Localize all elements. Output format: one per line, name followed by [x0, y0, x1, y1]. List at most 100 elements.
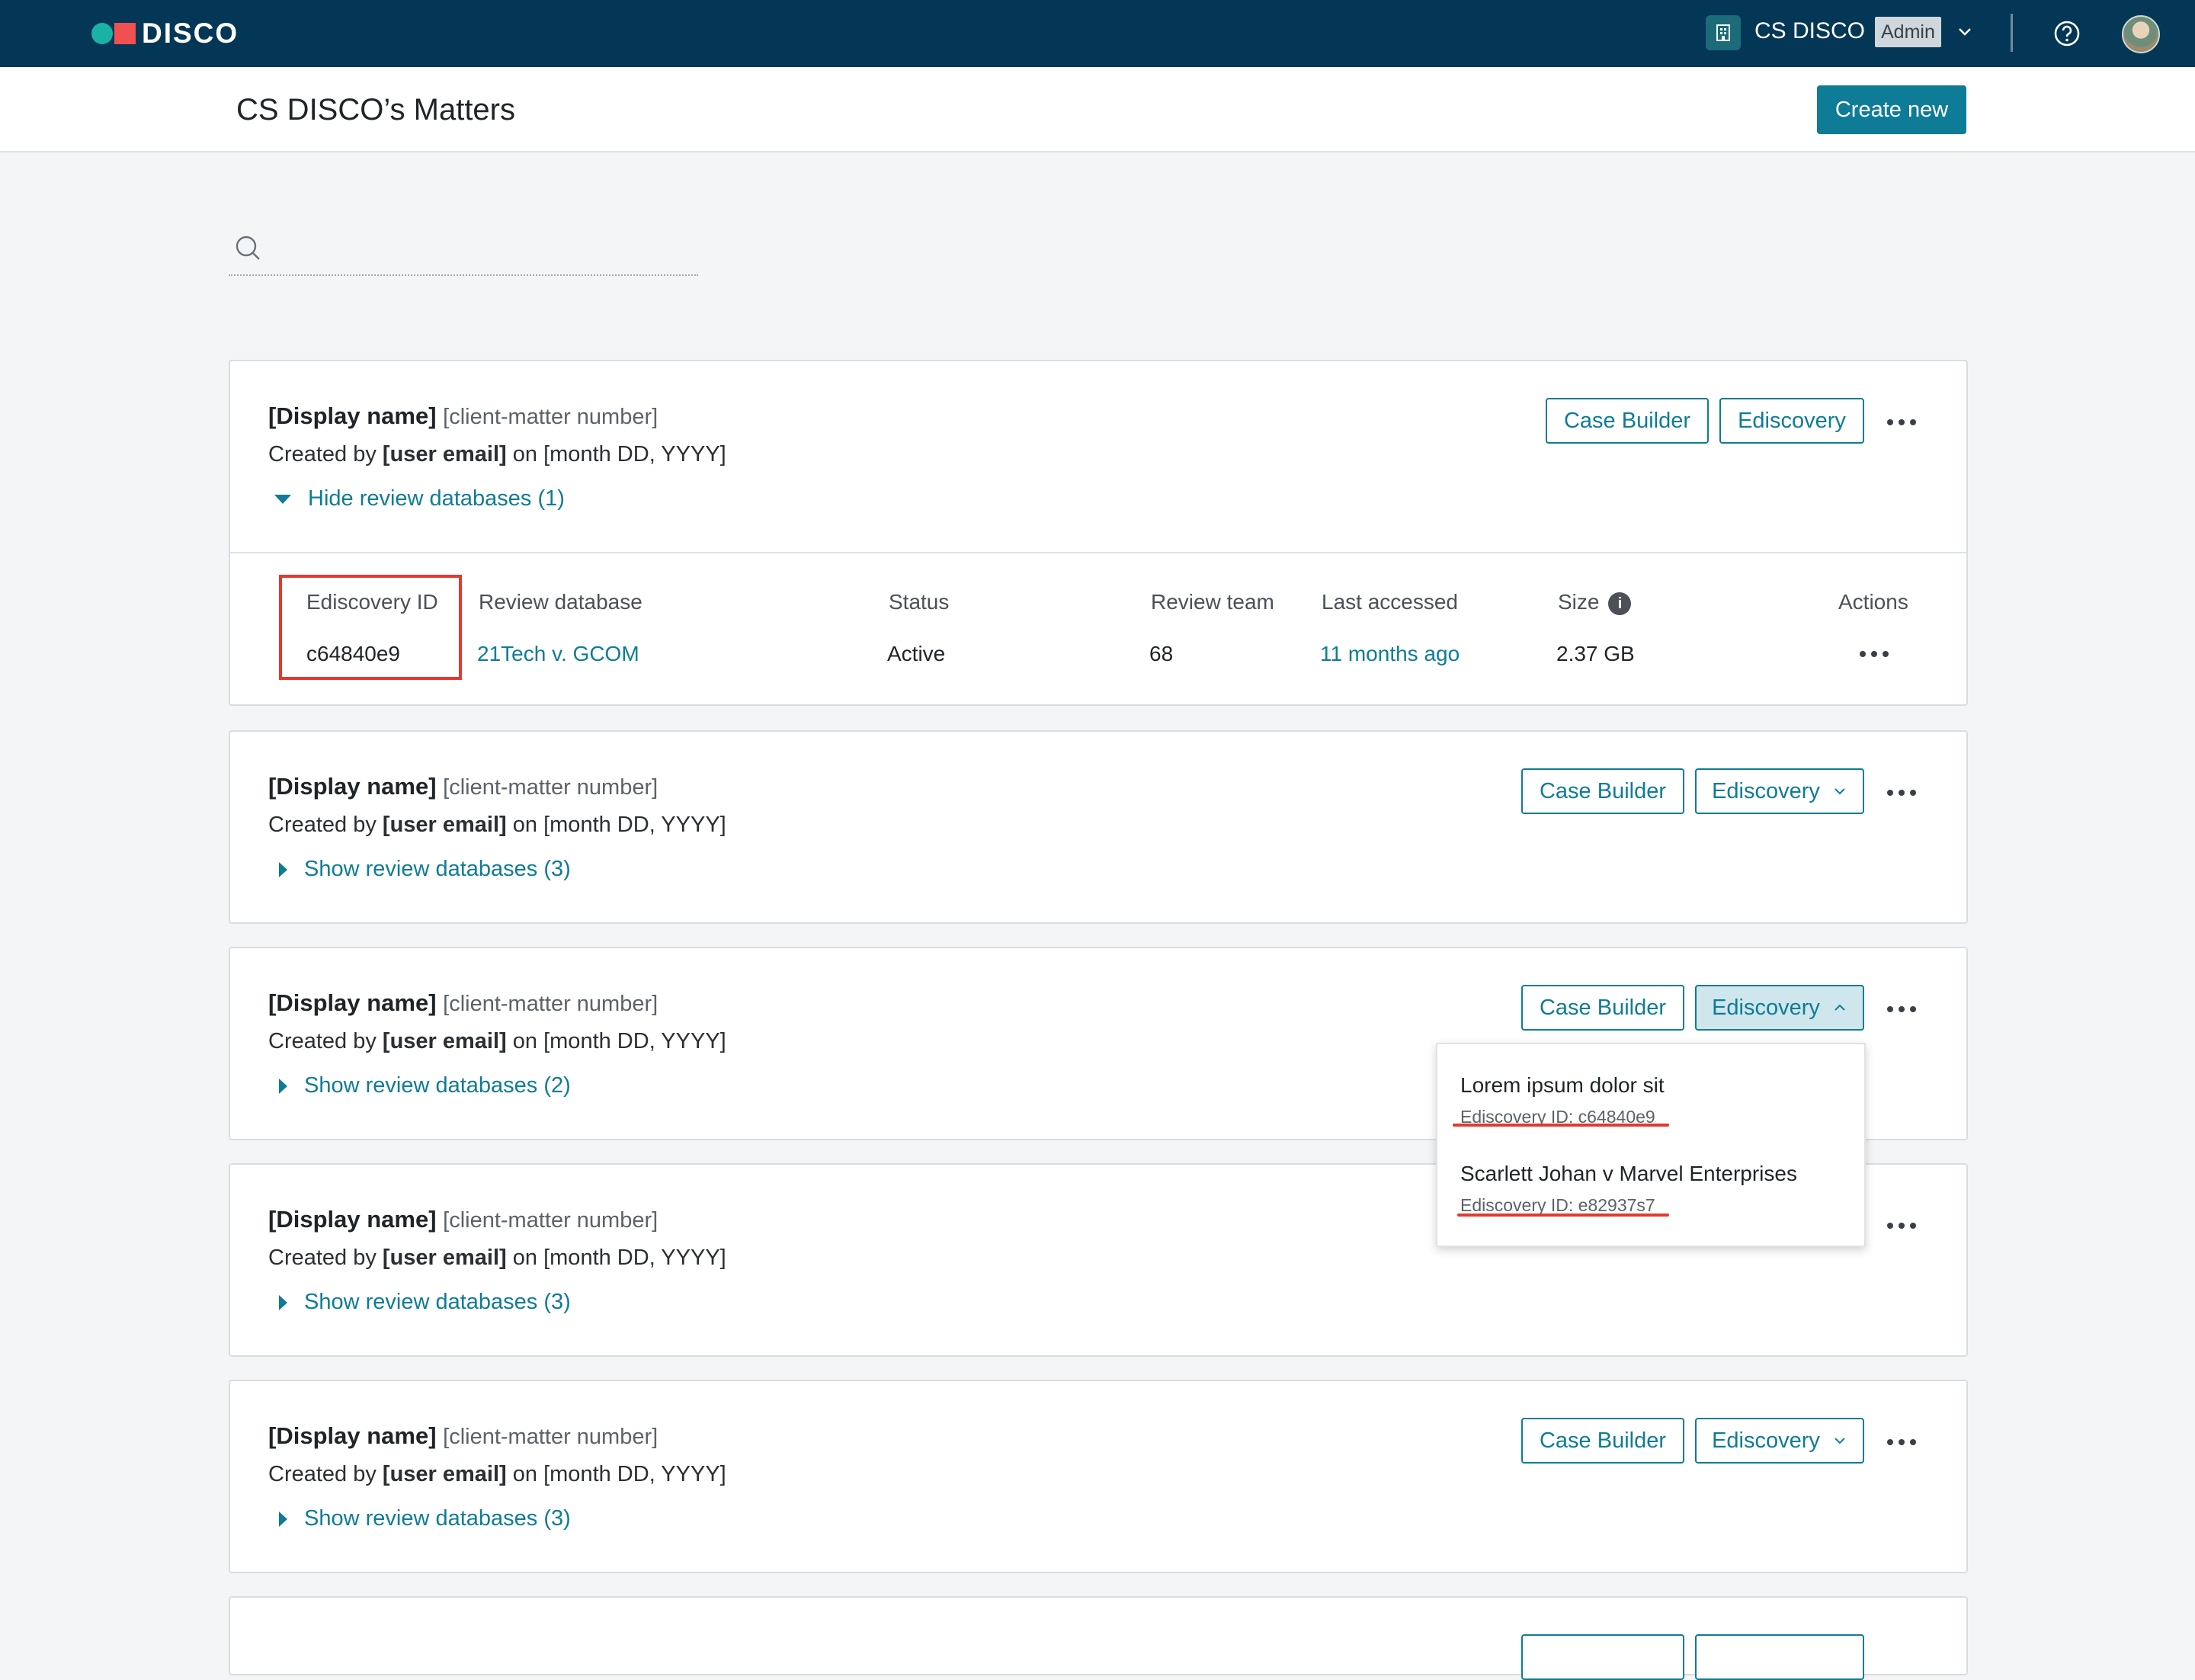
help-icon[interactable]	[2052, 18, 2082, 53]
matter-display-name[interactable]: [Display name]	[268, 1206, 437, 1233]
last-accessed-link[interactable]: 11 months ago	[1320, 642, 1460, 666]
more-options-icon[interactable]	[1887, 419, 1916, 425]
caret-right-icon	[279, 1294, 287, 1310]
matter-created-info: Created by [user email] on [month DD, YY…	[268, 1462, 726, 1487]
info-icon[interactable]: i	[1608, 592, 1632, 615]
matter-created-info: Created by [user email] on [month DD, YY…	[268, 1246, 726, 1271]
matter-display-name[interactable]: [Display name]	[268, 989, 437, 1016]
dropdown-item[interactable]: Scarlett Johan v Marvel Enterprises Edis…	[1460, 1162, 1797, 1216]
chevron-down-icon	[1835, 1438, 1845, 1444]
case-builder-button[interactable]: Case Builder	[1521, 768, 1684, 814]
matter-card: [Display name] [client-matter number] Cr…	[229, 360, 1968, 706]
chevron-down-icon	[1835, 788, 1845, 795]
matter-card-partial	[229, 1596, 1968, 1680]
ediscovery-button[interactable]: Ediscovery	[1719, 398, 1864, 444]
ediscovery-id-highlight	[279, 575, 462, 680]
ediscovery-dropdown-button[interactable]: Ediscovery	[1695, 768, 1864, 814]
creator-email: [user email]	[382, 442, 507, 466]
column-header-review-team: Review team	[1151, 590, 1274, 614]
review-databases-toggle[interactable]: Hide review databases (1)	[274, 486, 565, 511]
more-options-icon[interactable]	[1887, 1223, 1916, 1229]
ediscovery-label: Ediscovery	[1712, 995, 1820, 1020]
matter-display-name[interactable]: [Display name]	[268, 402, 437, 429]
caret-right-icon	[279, 861, 287, 877]
matter-title: [Display name] [client-matter number]	[268, 1422, 658, 1450]
card-divider	[230, 552, 1966, 553]
client-matter-number: [client-matter number]	[443, 992, 658, 1016]
case-builder-button[interactable]	[1521, 1634, 1684, 1680]
case-builder-button[interactable]: Case Builder	[1546, 398, 1709, 444]
disco-logo[interactable]: DISCO	[91, 15, 239, 52]
toggle-label: Show review databases (3)	[304, 857, 571, 881]
page-title: CS DISCO’s Matters	[236, 93, 515, 127]
ediscovery-label: Ediscovery	[1712, 1428, 1820, 1453]
created-prefix: Created by	[268, 442, 377, 466]
created-prefix: Created by	[268, 1462, 377, 1486]
search-bar	[229, 226, 698, 276]
created-prefix: Created by	[268, 1246, 377, 1270]
review-database-link[interactable]: 21Tech v. GCOM	[477, 642, 639, 666]
creator-email: [user email]	[382, 813, 507, 837]
creator-email: [user email]	[382, 1462, 507, 1486]
review-databases-toggle[interactable]: Show review databases (3)	[274, 1290, 571, 1315]
toggle-label: Show review databases (2)	[304, 1073, 571, 1098]
ediscovery-label: Ediscovery	[1712, 778, 1820, 803]
toggle-label: Show review databases (3)	[304, 1290, 571, 1314]
row-actions-icon[interactable]	[1860, 651, 1889, 657]
created-date: on [month DD, YYYY]	[512, 1462, 726, 1486]
toggle-label: Show review databases (3)	[304, 1506, 571, 1531]
client-matter-number: [client-matter number]	[443, 775, 658, 800]
created-date: on [month DD, YYYY]	[512, 813, 726, 837]
ediscovery-dropdown-button[interactable]: Ediscovery	[1695, 1418, 1864, 1464]
chevron-down-icon[interactable]	[1956, 23, 1974, 45]
nav-divider	[2011, 14, 2013, 52]
user-avatar[interactable]	[2122, 15, 2160, 53]
matter-card: [Display name] [client-matter number] Cr…	[229, 1380, 1968, 1573]
column-header-status: Status	[889, 590, 950, 614]
dropdown-item-title: Scarlett Johan v Marvel Enterprises	[1460, 1162, 1797, 1185]
organization-name[interactable]: CS DISCO	[1754, 18, 1865, 44]
case-builder-button[interactable]: Case Builder	[1521, 985, 1684, 1031]
client-matter-number: [client-matter number]	[443, 1208, 658, 1233]
created-date: on [month DD, YYYY]	[512, 1246, 726, 1270]
dropdown-item-title: Lorem ipsum dolor sit	[1460, 1073, 1665, 1097]
review-team-value: 68	[1149, 642, 1174, 665]
client-matter-number: [client-matter number]	[443, 405, 658, 429]
matter-created-info: Created by [user email] on [month DD, YY…	[268, 813, 726, 838]
chevron-up-icon	[1835, 1004, 1845, 1011]
caret-right-icon	[279, 1078, 287, 1094]
search-input[interactable]	[274, 229, 689, 270]
matter-display-name[interactable]: [Display name]	[268, 1422, 437, 1449]
matter-card: [Display name] [client-matter number] Cr…	[229, 730, 1968, 924]
case-builder-button[interactable]: Case Builder	[1521, 1418, 1684, 1464]
logo-dot-icon	[91, 23, 113, 44]
dropdown-item[interactable]: Lorem ipsum dolor sit Ediscovery ID: c64…	[1460, 1073, 1665, 1127]
created-prefix: Created by	[268, 1029, 377, 1053]
top-navigation-bar: DISCO CS DISCO Admin	[0, 0, 2195, 67]
ediscovery-dropdown-button[interactable]	[1695, 1634, 1864, 1680]
creator-email: [user email]	[382, 1029, 507, 1053]
created-prefix: Created by	[268, 813, 377, 837]
status-value: Active	[887, 642, 946, 665]
ediscovery-dropdown-menu: Lorem ipsum dolor sit Ediscovery ID: c64…	[1436, 1043, 1866, 1247]
column-header-review-database: Review database	[479, 590, 642, 614]
created-date: on [month DD, YYYY]	[512, 1029, 726, 1053]
review-databases-toggle[interactable]: Show review databases (3)	[274, 857, 571, 882]
create-new-button[interactable]: Create new	[1817, 85, 1966, 134]
caret-right-icon	[279, 1511, 287, 1527]
ediscovery-dropdown-button[interactable]: Ediscovery	[1695, 985, 1864, 1031]
caret-down-icon	[274, 494, 291, 504]
more-options-icon[interactable]	[1887, 790, 1916, 796]
role-badge: Admin	[1875, 17, 1941, 47]
more-options-icon[interactable]	[1887, 1006, 1916, 1012]
creator-email: [user email]	[382, 1246, 507, 1270]
more-options-icon[interactable]	[1887, 1439, 1916, 1445]
review-databases-toggle[interactable]: Show review databases (2)	[274, 1073, 571, 1098]
logo-square-icon	[114, 23, 136, 44]
matter-title: [Display name] [client-matter number]	[268, 773, 658, 800]
matter-display-name[interactable]: [Display name]	[268, 773, 437, 800]
logo-wordmark: DISCO	[142, 18, 239, 49]
dropdown-item-ediscovery-id: Ediscovery ID: e82937s7	[1460, 1195, 1655, 1215]
client-matter-number: [client-matter number]	[443, 1425, 658, 1449]
review-databases-toggle[interactable]: Show review databases (3)	[274, 1506, 571, 1531]
